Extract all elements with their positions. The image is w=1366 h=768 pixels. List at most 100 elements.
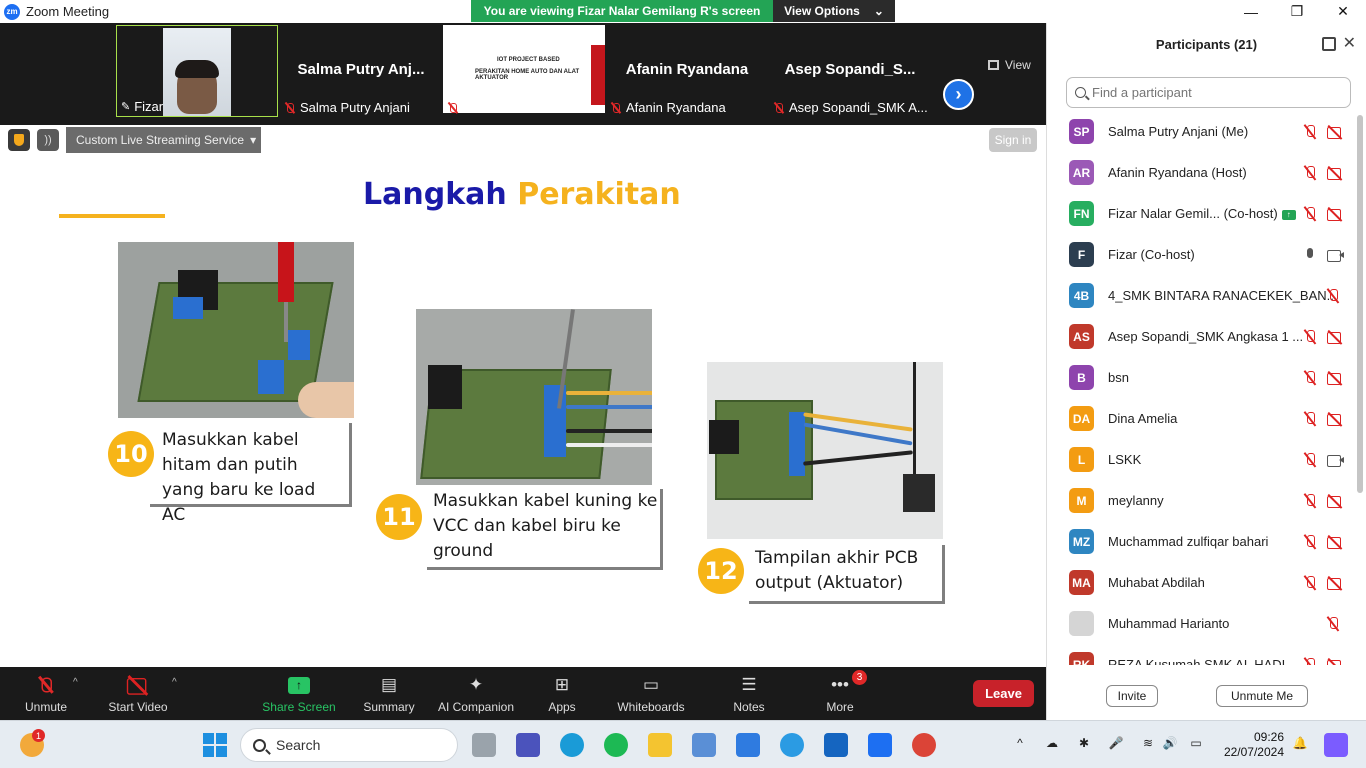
summary-button[interactable]: ▤ Summary <box>360 667 418 720</box>
share-screen-button[interactable]: ↑ Share Screen <box>262 667 336 720</box>
streaming-service-dropdown[interactable]: Custom Live Streaming Service ▾ <box>66 127 261 153</box>
participant-row[interactable]: 4B 4_SMK BINTARA RANACEKEK_BAN... <box>1047 275 1355 316</box>
mic-muted-icon[interactable] <box>1303 165 1317 181</box>
windows-start-icon[interactable] <box>203 733 227 757</box>
participant-row[interactable]: FN Fizar Nalar Gemil... (Co-host) ↑ <box>1047 193 1355 234</box>
mic-muted-icon[interactable] <box>1303 206 1317 222</box>
participant-row[interactable]: AR Afanin Ryandana (Host) <box>1047 152 1355 193</box>
maximize-button[interactable]: ❐ <box>1274 0 1320 23</box>
video-tile-fizar[interactable]: ✎ Fizar <box>116 25 278 117</box>
video-off-icon[interactable] <box>1326 207 1344 221</box>
spotify-icon[interactable] <box>604 733 628 757</box>
participant-row[interactable]: L LSKK <box>1047 439 1355 480</box>
mic-muted-icon[interactable] <box>1326 288 1340 304</box>
participant-row[interactable]: MZ Muchammad zulfiqar bahari <box>1047 521 1355 562</box>
video-off-icon <box>125 674 151 696</box>
whiteboards-button[interactable]: ▭ Whiteboards <box>614 667 688 720</box>
volume-icon[interactable]: 🔊 <box>1162 736 1178 752</box>
participant-row[interactable]: Muhammad Harianto <box>1047 603 1355 644</box>
video-off-icon[interactable] <box>1326 535 1344 549</box>
video-off-icon[interactable] <box>1326 576 1344 590</box>
participant-row[interactable]: DA Dina Amelia <box>1047 398 1355 439</box>
mic-muted-icon[interactable] <box>1303 452 1317 468</box>
microphone-icon[interactable]: 🎤 <box>1108 736 1124 752</box>
view-button[interactable]: View <box>988 58 1031 72</box>
mic-muted-icon[interactable] <box>1303 493 1317 509</box>
video-tile-asep[interactable]: Asep Sopandi_S... Asep Sopandi_SMK A... <box>769 25 931 117</box>
video-on-icon[interactable] <box>1326 453 1344 467</box>
mic-muted-icon[interactable] <box>1303 124 1317 140</box>
video-on-icon[interactable] <box>1326 248 1344 262</box>
ai-companion-button[interactable]: ✦ AI Companion <box>436 667 516 720</box>
store-icon[interactable] <box>736 733 760 757</box>
live-stream-icon[interactable]: )) <box>37 129 59 151</box>
invite-button[interactable]: Invite <box>1106 685 1158 707</box>
task-view-icon[interactable] <box>472 733 496 757</box>
popout-icon[interactable] <box>1322 37 1336 51</box>
mic-muted-icon[interactable] <box>1326 616 1340 632</box>
taskbar-search[interactable]: Search <box>240 728 458 762</box>
edge-icon[interactable] <box>560 733 584 757</box>
participant-search-input[interactable] <box>1092 85 1332 100</box>
wifi-icon[interactable]: ≋ <box>1140 736 1156 752</box>
video-options-caret-icon[interactable]: ^ <box>172 677 177 688</box>
participant-row[interactable]: Bbsn <box>1047 357 1355 398</box>
video-tile-salma[interactable]: Salma Putry Anj... Salma Putry Anjani <box>280 25 442 117</box>
participant-row[interactable]: RK REZA Kusumah SMK AL HADI... <box>1047 644 1355 665</box>
mic-muted-icon[interactable] <box>1303 411 1317 427</box>
chrome-icon[interactable] <box>912 733 936 757</box>
leave-button[interactable]: Leave <box>973 680 1034 707</box>
file-explorer-icon[interactable] <box>648 733 672 757</box>
minimize-button[interactable]: — <box>1228 0 1274 23</box>
calculator-icon[interactable] <box>692 733 716 757</box>
mic-muted-icon[interactable] <box>1303 370 1317 386</box>
participant-row[interactable]: AS Asep Sopandi_SMK Angkasa 1 ... <box>1047 316 1355 357</box>
video-tile-afanin[interactable]: Afanin Ryandana Afanin Ryandana <box>606 25 768 117</box>
participant-list-scrollbar[interactable] <box>1357 115 1363 493</box>
notification-bell-icon[interactable]: 🔔 <box>1292 736 1308 752</box>
participant-row[interactable]: Mmeylanny <box>1047 480 1355 521</box>
mic-muted-icon[interactable] <box>1303 657 1317 665</box>
copilot-icon[interactable] <box>1324 733 1348 757</box>
video-off-icon[interactable] <box>1326 125 1344 139</box>
more-badge: 3 <box>852 670 867 685</box>
start-video-button[interactable]: Start Video <box>104 667 172 720</box>
apps-button[interactable]: ⊞ Apps <box>540 667 584 720</box>
video-tile-lskk[interactable]: IOT PROJECT BASED PERAKITAN HOME AUTO DA… <box>443 25 605 117</box>
participant-row[interactable]: MA Muhabat Abdilah <box>1047 562 1355 603</box>
mic-muted-icon[interactable] <box>1303 534 1317 550</box>
network-off-icon[interactable]: ☁ <box>1044 736 1060 752</box>
video-off-icon[interactable] <box>1326 166 1344 180</box>
avatar: SP <box>1069 119 1094 144</box>
video-off-icon[interactable] <box>1326 658 1344 665</box>
sign-in-button[interactable]: Sign in <box>989 128 1037 152</box>
help-icon[interactable] <box>780 733 804 757</box>
close-window-button[interactable]: ✕ <box>1320 0 1366 23</box>
view-options-button[interactable]: View Options ⌄ <box>773 0 895 22</box>
taskbar-clock[interactable]: 09:26 22/07/2024 <box>1218 730 1284 760</box>
audio-options-caret-icon[interactable]: ^ <box>73 677 78 688</box>
unmute-me-button[interactable]: Unmute Me <box>1216 685 1308 707</box>
notes-button[interactable]: ☰ Notes <box>728 667 770 720</box>
next-page-arrow-icon[interactable]: › <box>943 79 974 110</box>
participant-row[interactable]: SP Salma Putry Anjani (Me) <box>1047 111 1355 152</box>
mic-muted-icon[interactable] <box>1303 575 1317 591</box>
zoom-taskbar-icon[interactable] <box>868 733 892 757</box>
battery-icon[interactable]: ▭ <box>1188 736 1204 752</box>
bluetooth-icon[interactable]: ✱ <box>1076 736 1092 752</box>
window-app-icon[interactable] <box>824 733 848 757</box>
close-icon[interactable]: ✕ <box>1343 33 1356 53</box>
security-shield-icon[interactable] <box>8 129 30 151</box>
participant-search[interactable] <box>1066 77 1351 108</box>
video-off-icon[interactable] <box>1326 412 1344 426</box>
mic-muted-icon[interactable] <box>1303 329 1317 345</box>
unmute-button[interactable]: Unmute <box>18 667 74 720</box>
mic-on-icon[interactable] <box>1303 247 1317 263</box>
teams-icon[interactable] <box>516 733 540 757</box>
video-off-icon[interactable] <box>1326 494 1344 508</box>
video-off-icon[interactable] <box>1326 330 1344 344</box>
participant-row[interactable]: F Fizar (Co-host) <box>1047 234 1355 275</box>
show-hidden-icons-icon[interactable]: ^ <box>1012 736 1028 752</box>
video-off-icon[interactable] <box>1326 371 1344 385</box>
title-underline <box>59 214 165 218</box>
